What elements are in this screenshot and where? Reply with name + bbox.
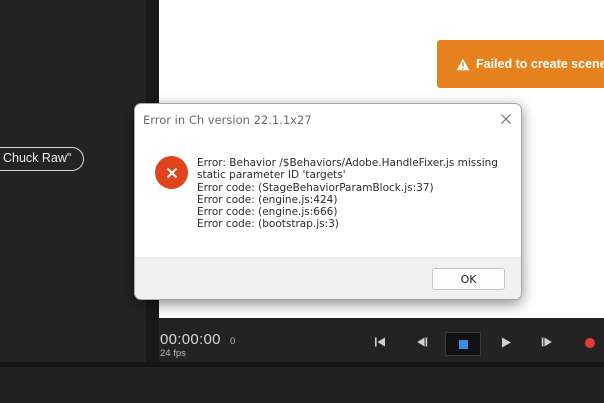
go-to-start-icon: [375, 337, 385, 347]
error-line: static parameter ID 'targets': [197, 169, 346, 182]
error-line: Error code: (bootstrap.js:3): [197, 218, 339, 231]
puppet-panel: Chuck Raw": [0, 0, 146, 362]
frame-counter: 0: [230, 336, 236, 347]
dialog-title: Error in Ch version 22.1.1x27: [143, 113, 312, 127]
error-line: Error code: (StageBehaviorParamBlock.js:…: [197, 181, 434, 194]
close-button[interactable]: [499, 112, 513, 126]
ok-button[interactable]: OK: [432, 268, 505, 290]
stop-button[interactable]: [445, 332, 481, 356]
error-icon: [155, 156, 188, 189]
error-toast: Failed to create scene: [437, 40, 604, 88]
fps-label: 24 fps: [160, 348, 186, 359]
dialog-footer: OK: [135, 257, 521, 299]
error-line: Error code: (engine.js:666): [197, 206, 338, 219]
app-window: Chuck Raw" Failed to create scene 00:00:…: [0, 0, 604, 403]
stop-icon: [458, 339, 468, 349]
step-back-icon: [417, 337, 428, 347]
close-icon: [501, 114, 511, 124]
toast-message: Failed to create scene: [476, 57, 604, 71]
record-icon[interactable]: [585, 338, 595, 348]
timecode-display[interactable]: 00:00:00: [160, 331, 221, 348]
play-button[interactable]: [498, 334, 514, 350]
puppet-name-tag[interactable]: Chuck Raw": [0, 147, 85, 171]
step-forward-icon: [541, 337, 552, 347]
go-to-start-button[interactable]: [372, 334, 388, 350]
error-line: Error: Behavior /$Behaviors/Adobe.Handle…: [197, 157, 498, 169]
play-icon: [502, 337, 511, 347]
error-line: Error code: (engine.js:424): [197, 193, 338, 206]
error-message: Error: Behavior /$Behaviors/Adobe.Handle…: [197, 157, 507, 231]
transport-bar: 00:00:00 0 24 fps: [159, 318, 604, 362]
warning-icon: [456, 58, 470, 70]
error-dialog: Error in Ch version 22.1.1x27 Error: Beh…: [134, 103, 522, 300]
step-forward-button[interactable]: [539, 334, 555, 350]
step-back-button[interactable]: [414, 334, 430, 350]
timeline-panel: [0, 367, 604, 403]
